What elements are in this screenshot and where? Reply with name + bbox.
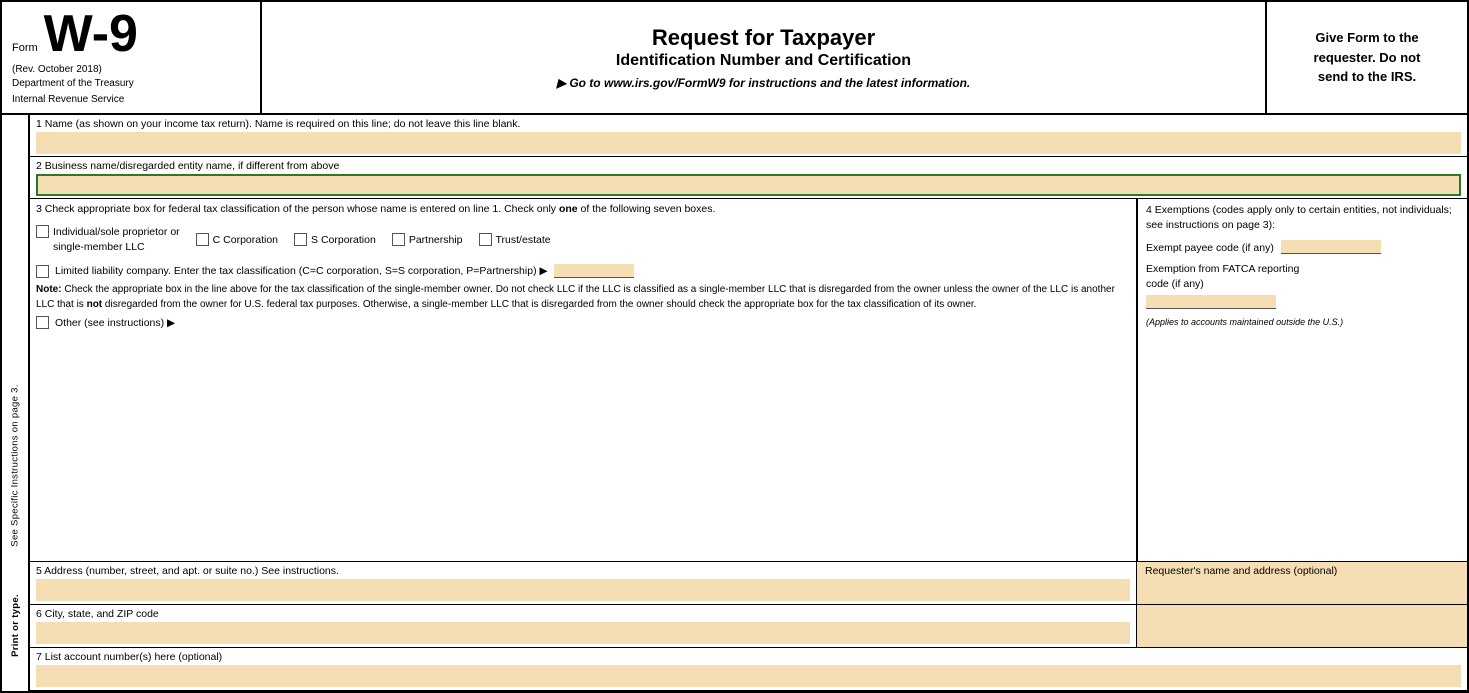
exempt-payee-label: Exempt payee code (if any) (1146, 242, 1274, 254)
form-fields: 1 Name (as shown on your income tax retu… (30, 115, 1467, 691)
form-number: W-9 (44, 8, 138, 60)
header-left-panel: Form W-9 (Rev. October 2018) Department … (2, 2, 262, 113)
main-title-line1: Request for Taxpayer (652, 25, 875, 51)
field7-row: 7 List account number(s) here (optional) (30, 648, 1467, 691)
irs-link: ▶ Go to www.irs.gov/FormW9 for instructi… (557, 76, 971, 90)
fatca-input[interactable] (1146, 295, 1276, 309)
form-header: Form W-9 (Rev. October 2018) Department … (2, 2, 1467, 115)
note-label: Note: (36, 284, 62, 295)
llc-row: Limited liability company. Enter the tax… (36, 264, 1130, 278)
field6-row: 6 City, state, and ZIP code (30, 605, 1467, 648)
checkbox-partnership-box[interactable] (392, 233, 405, 246)
checkbox-individual-label: Individual/sole proprietor orsingle-memb… (53, 225, 180, 254)
form-label: Form (12, 42, 38, 54)
field4-panel: 4 Exemptions (codes apply only to certai… (1137, 199, 1467, 561)
field6-right (1137, 605, 1467, 647)
checkbox-s-corp-box[interactable] (294, 233, 307, 246)
side-label-text2: See Specific Instructions on page 3. (10, 384, 21, 546)
field2-label: 2 Business name/disregarded entity name,… (36, 160, 1461, 172)
exempt-payee-field: Exempt payee code (if any) (1146, 240, 1459, 254)
field7-input[interactable] (36, 665, 1461, 687)
llc-classification-input[interactable] (554, 264, 634, 278)
requester-input[interactable] (1145, 579, 1459, 601)
irs-link-prefix: ▶ Go to (557, 76, 604, 90)
checkbox-trust: Trust/estate (479, 233, 551, 246)
field6-input[interactable] (36, 622, 1130, 644)
field5-label: 5 Address (number, street, and apt. or s… (36, 565, 1130, 577)
field2-input[interactable] (36, 174, 1461, 196)
requester-label: Requester's name and address (optional) (1145, 565, 1459, 577)
applies-text: (Applies to accounts maintained outside … (1146, 317, 1459, 327)
header-right-panel: Give Form to the requester. Do not send … (1267, 2, 1467, 113)
checkbox-individual: Individual/sole proprietor orsingle-memb… (36, 225, 180, 254)
fatca-label: Exemption from FATCA reportingcode (if a… (1146, 263, 1299, 290)
note-bold2: not (87, 299, 103, 310)
field1-label: 1 Name (as shown on your income tax retu… (36, 118, 1461, 130)
checkbox-trust-box[interactable] (479, 233, 492, 246)
checkbox-s-corp-label: S Corporation (311, 234, 376, 246)
llc-text: Limited liability company. Enter the tax… (55, 265, 548, 277)
other-label: Other (see instructions) ▶ (55, 317, 175, 329)
field1-input[interactable] (36, 132, 1461, 154)
field5-left: 5 Address (number, street, and apt. or s… (30, 562, 1137, 604)
field5-row: 5 Address (number, street, and apt. or s… (30, 562, 1467, 605)
checkbox-c-corp-label: C Corporation (213, 234, 278, 246)
rev-text: (Rev. October 2018) (12, 64, 250, 75)
header-center-panel: Request for Taxpayer Identification Numb… (262, 2, 1267, 113)
field5-input[interactable] (36, 579, 1130, 601)
checkbox-trust-label: Trust/estate (496, 234, 551, 246)
checkbox-c-corp-box[interactable] (196, 233, 209, 246)
checkbox-individual-box[interactable] (36, 225, 49, 238)
exempt-payee-input[interactable] (1281, 240, 1381, 254)
form-number-block: Form W-9 (12, 8, 250, 60)
field3-4-row: 3 Check appropriate box for federal tax … (30, 199, 1467, 562)
field7-label: 7 List account number(s) here (optional) (36, 651, 1461, 663)
main-title-line2: Identification Number and Certification (616, 52, 911, 70)
checkbox-s-corp: S Corporation (294, 233, 376, 246)
checkbox-other-box[interactable] (36, 316, 49, 329)
irs-link-suffix: for instructions and the latest informat… (726, 76, 971, 90)
field1-row: 1 Name (as shown on your income tax retu… (30, 115, 1467, 157)
checkbox-partnership-label: Partnership (409, 234, 463, 246)
form-body: Print or type. See Specific Instructions… (2, 115, 1467, 691)
field3-label: 3 Check appropriate box for federal tax … (36, 203, 1130, 215)
side-label-text1: Print or type. (10, 594, 21, 657)
give-form-text: Give Form to the requester. Do not send … (1314, 28, 1421, 87)
field6-left: 6 City, state, and ZIP code (30, 605, 1137, 647)
dept-line1: Department of the Treasury (12, 77, 250, 91)
irs-link-url: www.irs.gov/FormW9 (604, 76, 726, 90)
tax-classification-checkboxes: Individual/sole proprietor orsingle-memb… (36, 221, 1130, 258)
checkbox-c-corp: C Corporation (196, 233, 278, 246)
field5-right: Requester's name and address (optional) (1137, 562, 1467, 604)
field2-row: 2 Business name/disregarded entity name,… (30, 157, 1467, 199)
requester-extra[interactable] (1145, 608, 1459, 630)
exemptions-title: 4 Exemptions (codes apply only to certai… (1146, 203, 1459, 232)
fatca-field: Exemption from FATCA reportingcode (if a… (1146, 262, 1459, 308)
side-label-panel: Print or type. See Specific Instructions… (2, 115, 30, 691)
note-body2: disregarded from the owner for U.S. fede… (102, 299, 976, 310)
field3-panel: 3 Check appropriate box for federal tax … (30, 199, 1137, 561)
w9-form: Form W-9 (Rev. October 2018) Department … (0, 0, 1469, 693)
dept-line2: Internal Revenue Service (12, 93, 250, 107)
checkbox-llc-box[interactable] (36, 265, 49, 278)
checkbox-partnership: Partnership (392, 233, 463, 246)
other-row: Other (see instructions) ▶ (36, 316, 1130, 329)
field6-label: 6 City, state, and ZIP code (36, 608, 1130, 620)
note-text: Note: Check the appropriate box in the l… (36, 283, 1130, 312)
